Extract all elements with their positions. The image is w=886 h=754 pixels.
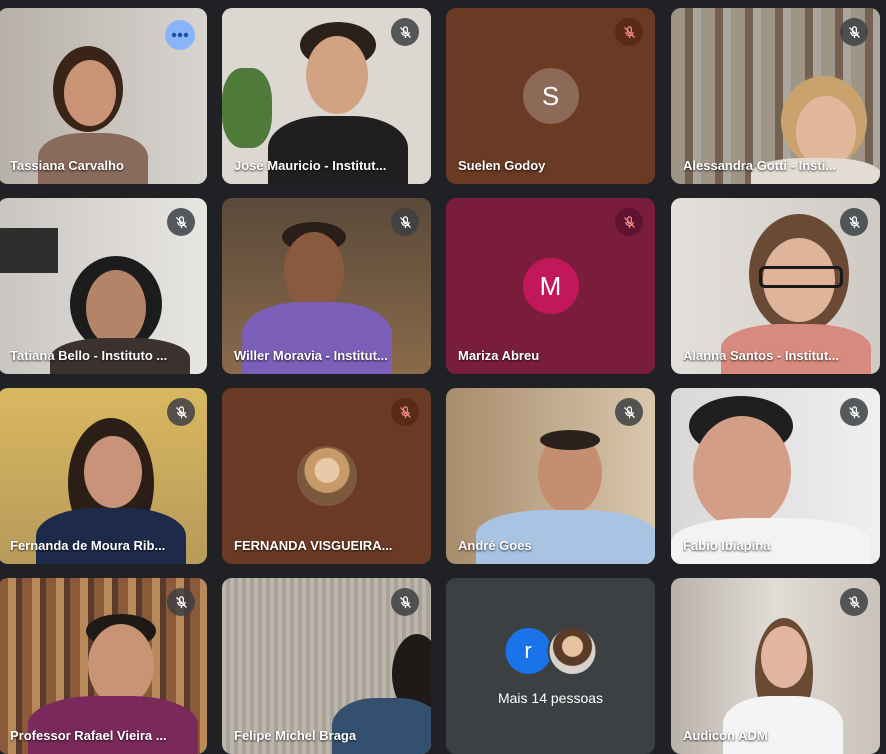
- mic-muted-indicator: [391, 208, 419, 236]
- more-horiz-icon: [171, 32, 189, 38]
- avatar: [298, 448, 355, 504]
- mic-muted-indicator: [840, 398, 868, 426]
- mic-muted-indicator: [391, 588, 419, 616]
- participant-tile-fabio[interactable]: Fabio Ibiapina: [671, 388, 880, 564]
- participant-tile-rafael[interactable]: Professor Rafael Vieira ...: [0, 578, 207, 754]
- participant-name: Willer Moravia - Institut...: [234, 348, 388, 363]
- participant-name: Mariza Abreu: [458, 348, 540, 363]
- participant-tile-jose[interactable]: José Mauricio - Institut...: [222, 8, 431, 184]
- more-participants-label: Mais 14 pessoas: [497, 690, 604, 706]
- mic-muted-indicator: [840, 208, 868, 236]
- mic-off-icon: [623, 215, 635, 228]
- mic-muted-indicator: [167, 588, 195, 616]
- mic-muted-indicator: [391, 18, 419, 46]
- mic-off-icon: [623, 405, 635, 418]
- avatar: M: [522, 258, 579, 314]
- mic-off-icon: [623, 25, 635, 38]
- mic-off-icon: [848, 215, 860, 228]
- mic-off-icon: [399, 595, 411, 608]
- participant-tile-alessandra[interactable]: Alessandra Gotti - Insti...: [671, 8, 880, 184]
- mic-muted-indicator: [615, 398, 643, 426]
- participant-tile-fernanda-moura[interactable]: Fernanda de Moura Rib...: [0, 388, 207, 564]
- mic-muted-indicator: [391, 398, 419, 426]
- avatar: S: [522, 68, 579, 124]
- mic-muted-indicator: [615, 18, 643, 46]
- participant-tile-audicon[interactable]: Audicon ADM: [671, 578, 880, 754]
- mic-off-icon: [399, 25, 411, 38]
- avatar: r: [503, 626, 553, 676]
- participant-tile-willer[interactable]: Willer Moravia - Institut...: [222, 198, 431, 374]
- mic-off-icon: [848, 595, 860, 608]
- participant-name: Alanna Santos - Institut...: [683, 348, 840, 363]
- participant-name: José Mauricio - Institut...: [234, 158, 387, 173]
- participant-name: Alessandra Gotti - Insti...: [683, 158, 837, 173]
- participant-name: Fernanda de Moura Rib...: [10, 538, 166, 553]
- mic-muted-indicator: [615, 208, 643, 236]
- participant-tile-tassiana[interactable]: Tassiana Carvalho: [0, 8, 207, 184]
- participant-name: FERNANDA VISGUEIRA...: [234, 538, 393, 553]
- mic-off-icon: [175, 595, 187, 608]
- participant-name: Felipe Michel Braga: [234, 728, 357, 743]
- participant-name: Suelen Godoy: [458, 158, 546, 173]
- mic-muted-indicator: [840, 18, 868, 46]
- more-participants-avatars: r: [503, 626, 598, 676]
- mic-off-icon: [399, 215, 411, 228]
- mic-off-icon: [175, 215, 187, 228]
- participant-name: Tassiana Carvalho: [10, 158, 124, 173]
- more-participants-tile[interactable]: r Mais 14 pessoas: [446, 578, 655, 754]
- participant-name: Audicon ADM: [683, 728, 768, 743]
- mic-off-icon: [848, 25, 860, 38]
- participant-name: Tatiana Bello - Instituto ...: [10, 348, 168, 363]
- mic-muted-indicator: [840, 588, 868, 616]
- participant-grid: Tassiana Carvalho José Mauricio - Instit…: [0, 0, 886, 754]
- mic-off-icon: [175, 405, 187, 418]
- mic-off-icon: [848, 405, 860, 418]
- avatar: [547, 626, 597, 676]
- participant-tile-alanna[interactable]: Alanna Santos - Institut...: [671, 198, 880, 374]
- participant-tile-felipe[interactable]: Felipe Michel Braga: [222, 578, 431, 754]
- participant-name: Professor Rafael Vieira ...: [10, 728, 167, 743]
- participant-tile-mariza[interactable]: M Mariza Abreu: [446, 198, 655, 374]
- participant-tile-tatiana[interactable]: Tatiana Bello - Instituto ...: [0, 198, 207, 374]
- participant-tile-suelen[interactable]: S Suelen Godoy: [446, 8, 655, 184]
- more-options-button[interactable]: [165, 20, 195, 50]
- participant-tile-andre[interactable]: André Goes: [446, 388, 655, 564]
- participant-name: André Goes: [458, 538, 532, 553]
- mic-muted-indicator: [167, 208, 195, 236]
- mic-muted-indicator: [167, 398, 195, 426]
- mic-off-icon: [399, 405, 411, 418]
- participant-name: Fabio Ibiapina: [683, 538, 771, 553]
- participant-tile-fernanda-visgueira[interactable]: FERNANDA VISGUEIRA...: [222, 388, 431, 564]
